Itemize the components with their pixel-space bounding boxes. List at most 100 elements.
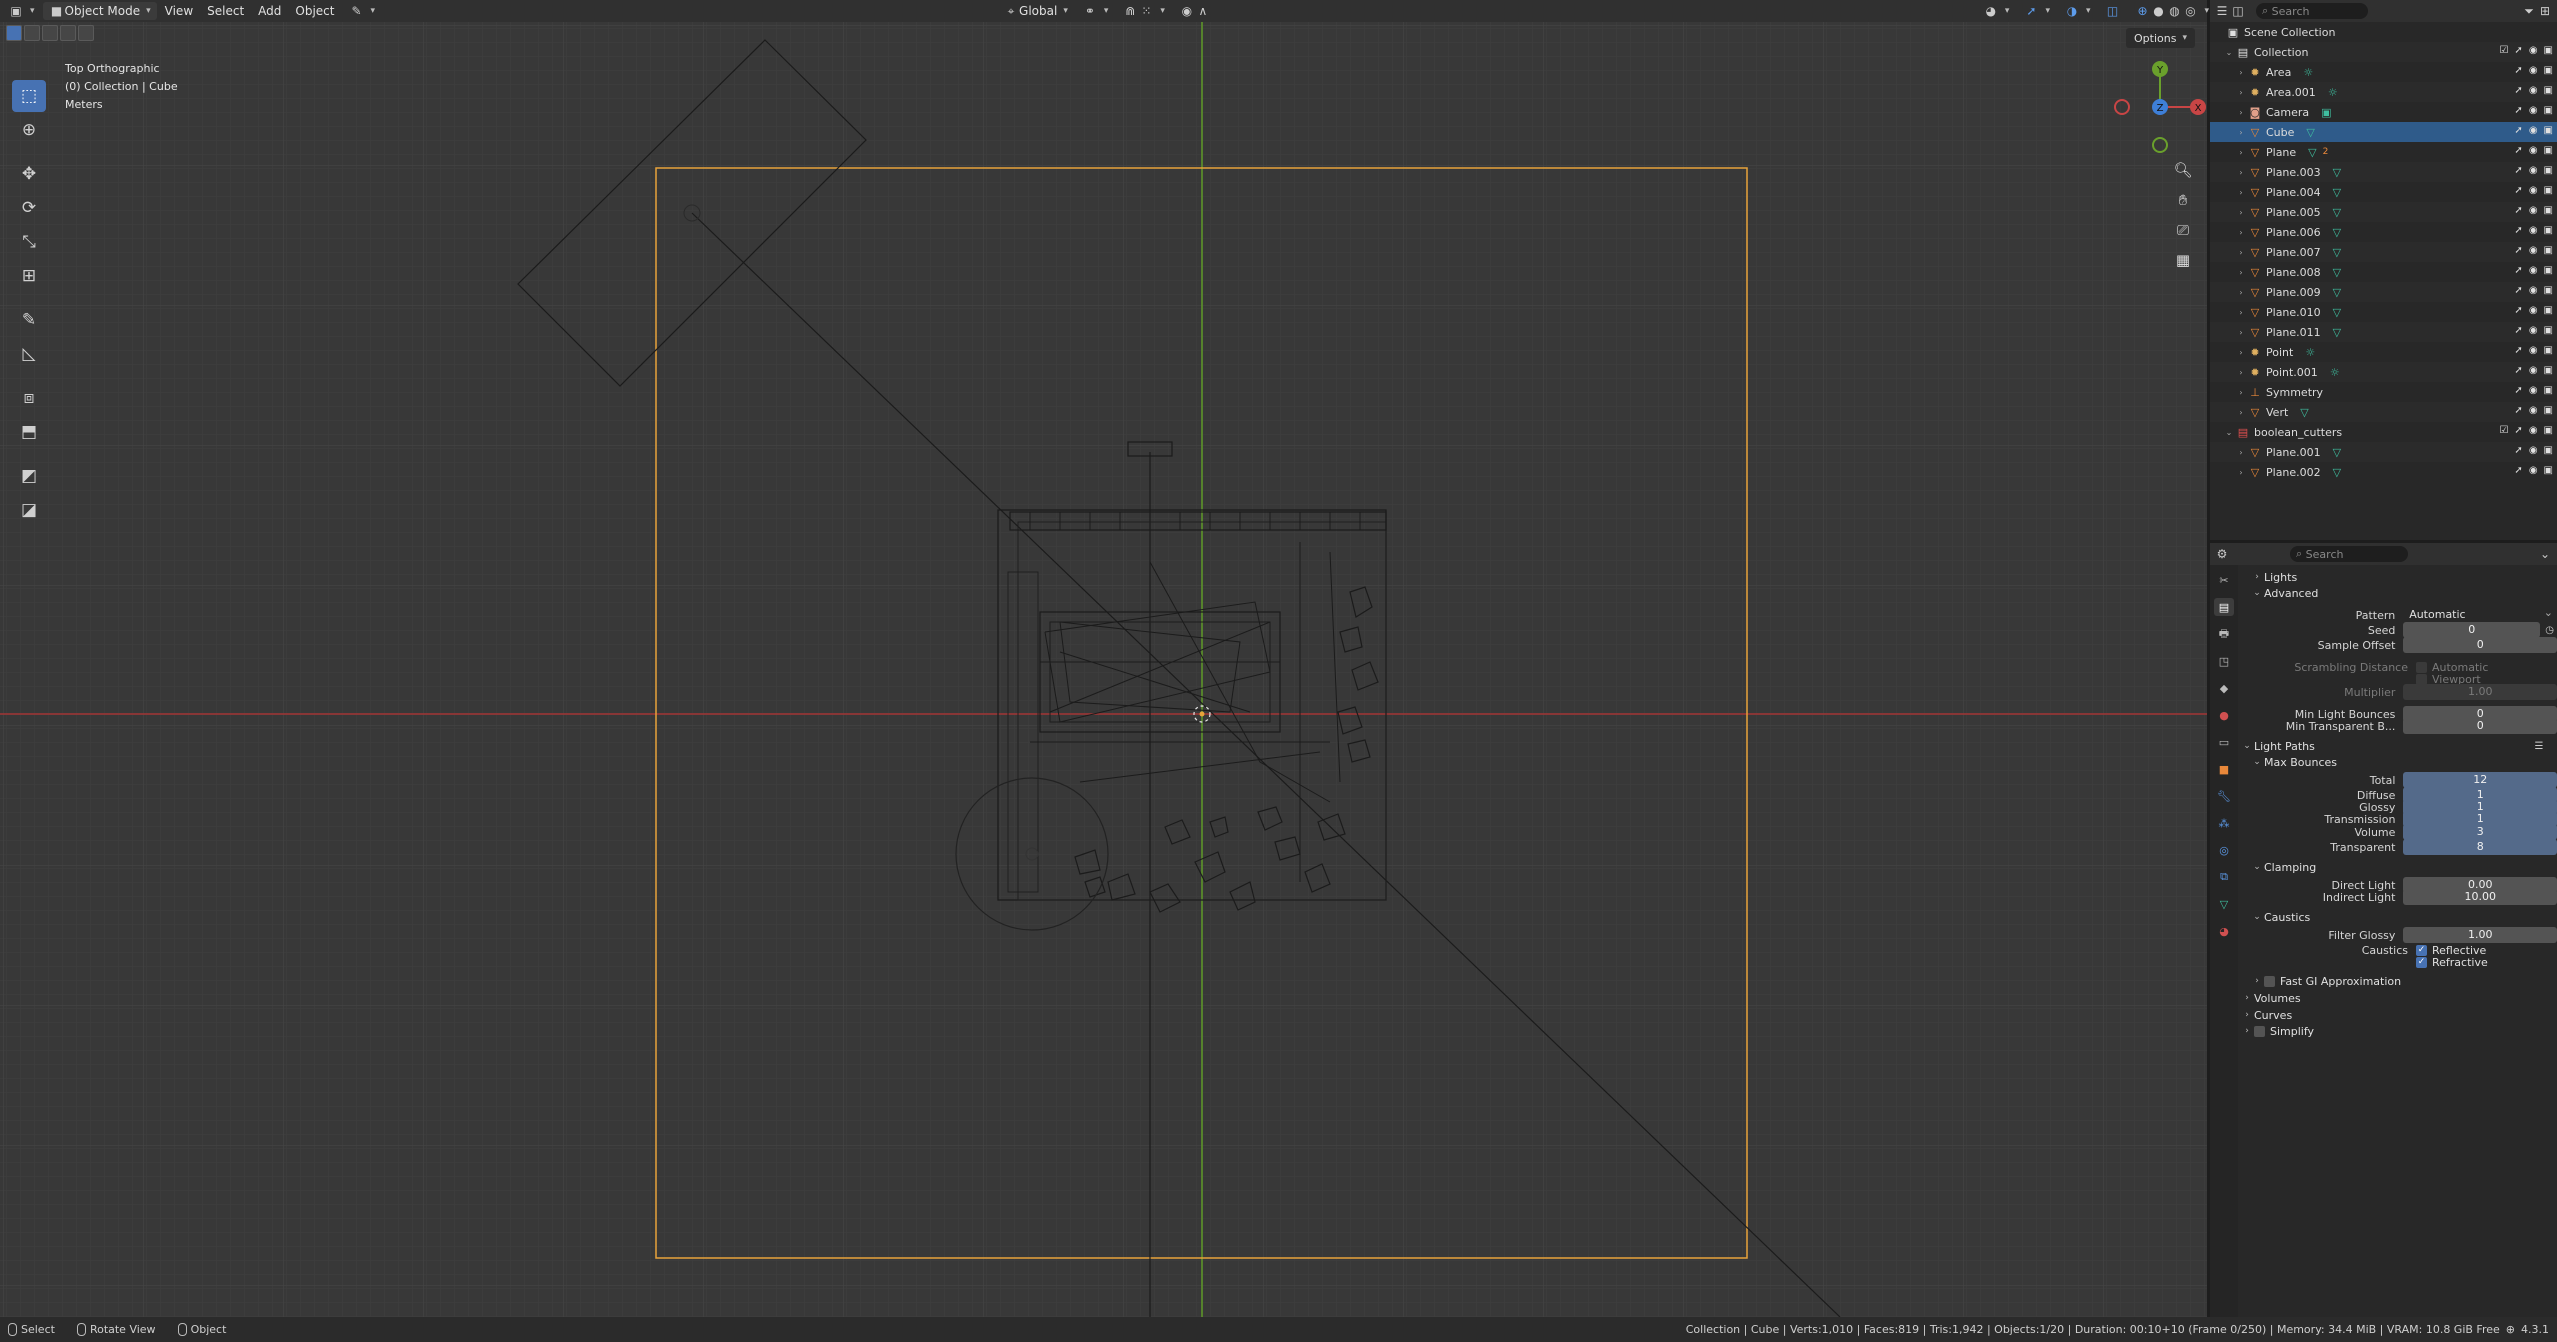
outliner-row[interactable]: › ▽ Plane ▽ 2 ➚ ◉ ▣ — [2210, 142, 2557, 162]
expand-arrow-icon[interactable]: › — [2236, 108, 2246, 117]
shading-buttons[interactable]: ⊕ ● ◍ ◎ ▾ — [2129, 2, 2216, 20]
overlay-toggle[interactable]: ◑ ▾ — [2058, 2, 2097, 20]
object-data-icon[interactable]: ▽ — [2333, 166, 2341, 179]
select-new-icon[interactable] — [6, 25, 22, 41]
menu-select[interactable]: Select — [201, 2, 250, 20]
eye-icon[interactable]: ◉ — [2529, 465, 2538, 476]
eye-icon[interactable]: ◉ — [2529, 85, 2538, 96]
outliner-row[interactable]: › ▽ Plane.006 ▽ ➚ ◉ ▣ — [2210, 222, 2557, 242]
expand-arrow-icon[interactable]: › — [2236, 248, 2246, 257]
outliner-row[interactable]: › ▽ Plane.004 ▽ ➚ ◉ ▣ — [2210, 182, 2557, 202]
render-camera-icon[interactable]: ▣ — [2544, 85, 2553, 96]
render-camera-icon[interactable]: ▣ — [2544, 45, 2553, 56]
outliner-editor-icon[interactable]: ☰ — [2214, 3, 2230, 19]
selectable-icon[interactable]: ➚ — [2514, 445, 2522, 456]
eye-icon[interactable]: ◉ — [2529, 325, 2538, 336]
selectable-icon[interactable]: ➚ — [2514, 305, 2522, 316]
object-data-icon[interactable]: ☼ — [2303, 66, 2313, 79]
collection-tab-icon[interactable]: ▭ — [2214, 733, 2234, 751]
selectable-icon[interactable]: ➚ — [2514, 465, 2522, 476]
orientation-dropdown[interactable]: ⌖ Global ▾ — [997, 2, 1074, 20]
outliner-row[interactable]: › ▽ Plane.010 ▽ ➚ ◉ ▣ — [2210, 302, 2557, 322]
editor-type-button[interactable]: ▣ ▾ — [2, 2, 41, 20]
render-camera-icon[interactable]: ▣ — [2544, 125, 2553, 136]
selectable-icon[interactable]: ➚ — [2514, 285, 2522, 296]
render-tab-icon[interactable]: ▤ — [2214, 598, 2234, 616]
expand-arrow-icon[interactable]: › — [2236, 268, 2246, 277]
add-object-tool[interactable]: ⬒ — [12, 416, 46, 448]
select-intersect-icon[interactable] — [78, 25, 94, 41]
selectable-icon[interactable]: ➚ — [2514, 165, 2522, 176]
clamping-header[interactable]: ⌄ Clamping — [2250, 857, 2316, 877]
selectable-icon[interactable]: ➚ — [2514, 385, 2522, 396]
expand-arrow-icon[interactable]: › — [2236, 288, 2246, 297]
expand-arrow-icon[interactable]: › — [2236, 408, 2246, 417]
new-collection-icon[interactable]: ⊞ — [2537, 3, 2553, 19]
selectable-icon[interactable]: ➚ — [2514, 205, 2522, 216]
selectable-icon[interactable]: ➚ — [2514, 345, 2522, 356]
outliner-row[interactable]: › ▽ Plane.005 ▽ ➚ ◉ ▣ — [2210, 202, 2557, 222]
constraints-tab-icon[interactable]: ⧉ — [2214, 868, 2234, 886]
outliner-row[interactable]: ▣ Scene Collection — [2210, 22, 2557, 42]
simplify-checkbox[interactable] — [2254, 1025, 2265, 1037]
properties-search-input[interactable]: ⌕ Search — [2290, 546, 2408, 562]
object-data-icon[interactable]: ▽ — [2333, 266, 2341, 279]
extra-tool-1[interactable]: ◩ — [12, 460, 46, 492]
outliner-row[interactable]: ⌄ ▤ boolean_cutters ☑ ➚ ◉ ▣ — [2210, 422, 2557, 442]
render-camera-icon[interactable]: ▣ — [2544, 445, 2553, 456]
pivot-button[interactable]: ⚭ ▾ — [1076, 2, 1115, 20]
outliner-row[interactable]: › ✹ Point.001 ☼ ➚ ◉ ▣ — [2210, 362, 2557, 382]
gizmo-neg-y-axis[interactable] — [2152, 137, 2168, 153]
physics-tab-icon[interactable]: ◎ — [2214, 841, 2234, 859]
scene-tab-icon[interactable]: ◆ — [2214, 679, 2234, 697]
render-camera-icon[interactable]: ▣ — [2544, 185, 2553, 196]
fast-gi-checkbox[interactable] — [2264, 975, 2275, 987]
sample-offset-field[interactable]: 0 — [2403, 637, 2557, 653]
expand-arrow-icon[interactable]: › — [2236, 308, 2246, 317]
menu-object[interactable]: Object — [289, 2, 340, 20]
particles-tab-icon[interactable]: ⁂ — [2214, 814, 2234, 832]
cursor-tool[interactable]: ⊕ — [12, 114, 46, 146]
eye-icon[interactable]: ◉ — [2529, 305, 2538, 316]
selectable-icon[interactable]: ➚ — [2514, 65, 2522, 76]
eye-icon[interactable]: ◉ — [2529, 185, 2538, 196]
outliner-row[interactable]: › ▽ Plane.011 ▽ ➚ ◉ ▣ — [2210, 322, 2557, 342]
exclude-checkbox-icon[interactable]: ☑ — [2499, 45, 2508, 56]
expand-arrow-icon[interactable]: › — [2236, 368, 2246, 377]
selectable-icon[interactable]: ➚ — [2514, 145, 2522, 156]
expand-arrow-icon[interactable]: › — [2236, 468, 2246, 477]
selectable-icon[interactable]: ➚ — [2514, 105, 2522, 116]
eye-icon[interactable]: ◉ — [2529, 425, 2538, 436]
expand-arrow-icon[interactable]: › — [2236, 328, 2246, 337]
expand-arrow-icon[interactable]: › — [2236, 68, 2246, 77]
selectable-icon[interactable]: ➚ — [2514, 245, 2522, 256]
outliner-row[interactable]: › ▽ Plane.007 ▽ ➚ ◉ ▣ — [2210, 242, 2557, 262]
add-cube-tool[interactable]: ⧈ — [12, 382, 46, 414]
zoom-icon[interactable]: 🔍︎ — [2171, 160, 2195, 180]
eye-icon[interactable]: ◉ — [2529, 245, 2538, 256]
data-tab-icon[interactable]: ▽ — [2214, 895, 2234, 913]
outliner-row[interactable]: › ✹ Area.001 ☼ ➚ ◉ ▣ — [2210, 82, 2557, 102]
hand-pan-icon[interactable]: ✋︎ — [2171, 190, 2195, 210]
object-data-icon[interactable]: ▽ — [2333, 186, 2341, 199]
exclude-checkbox-icon[interactable]: ☑ — [2499, 425, 2508, 436]
render-camera-icon[interactable]: ▣ — [2544, 325, 2553, 336]
gizmo-toggle[interactable]: ➚ ▾ — [2017, 2, 2056, 20]
selectable-icon[interactable]: ➚ — [2514, 45, 2522, 56]
tool-tab-icon[interactable]: ✂ — [2214, 571, 2234, 589]
outliner-row[interactable]: › ◙ Camera ▣ ➚ ◉ ▣ — [2210, 102, 2557, 122]
outliner-row[interactable]: › ▽ Plane.002 ▽ ➚ ◉ ▣ — [2210, 462, 2557, 482]
multiplier-field[interactable]: 1.00 — [2403, 684, 2557, 700]
eye-icon[interactable]: ◉ — [2529, 445, 2538, 456]
refractive-checkbox[interactable]: ✓ Refractive — [2416, 956, 2488, 969]
outliner-row[interactable]: ⌄ ▤ Collection ☑ ➚ ◉ ▣ — [2210, 42, 2557, 62]
render-camera-icon[interactable]: ▣ — [2544, 165, 2553, 176]
outliner-row[interactable]: › ✹ Area ☼ ➚ ◉ ▣ — [2210, 62, 2557, 82]
object-data-icon[interactable]: ▽ — [2333, 226, 2341, 239]
world-tab-icon[interactable]: ● — [2214, 706, 2234, 724]
expand-arrow-icon[interactable]: › — [2236, 188, 2246, 197]
select-box-tool[interactable]: ⬚ — [12, 80, 46, 112]
options-button[interactable]: Options ▾ — [2126, 28, 2195, 48]
selectable-icon[interactable]: ➚ — [2514, 185, 2522, 196]
render-camera-icon[interactable]: ▣ — [2544, 65, 2553, 76]
